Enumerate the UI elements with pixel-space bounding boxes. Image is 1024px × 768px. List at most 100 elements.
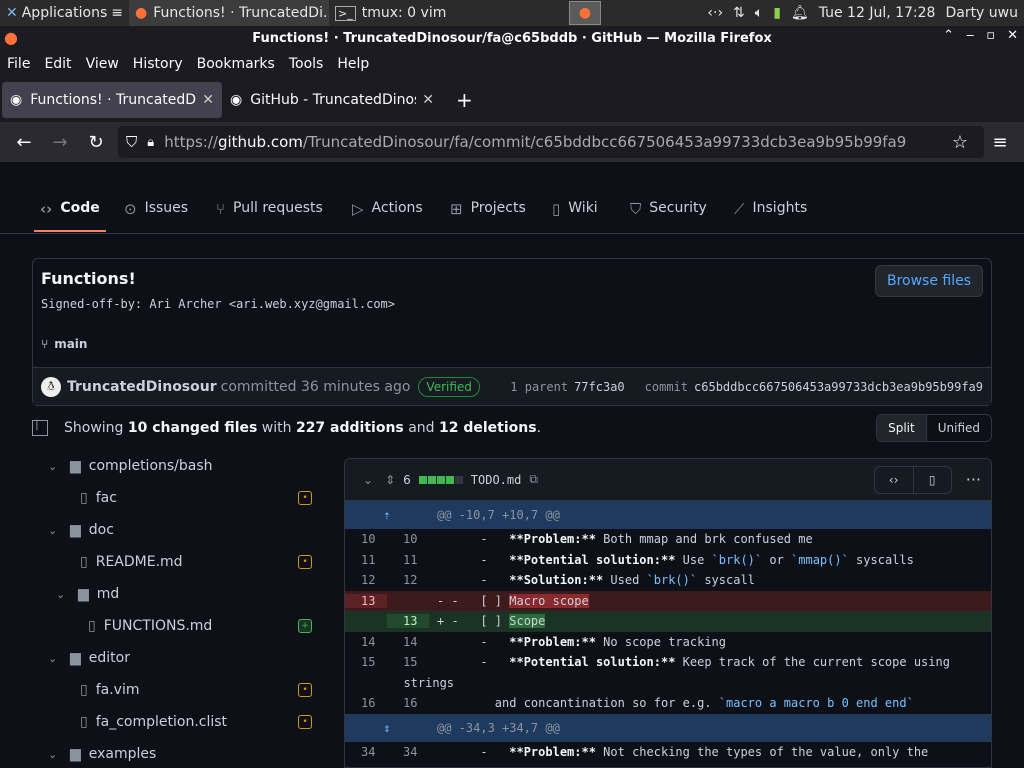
rich-view-icon[interactable]: ▯ xyxy=(912,466,951,493)
browser-tab-commit[interactable]: ◉ Functions! · TruncatedDinosour/fa ✕ xyxy=(2,82,222,118)
hamburger-menu-icon[interactable]: ≡ xyxy=(982,132,1018,153)
tab-actions[interactable]: ▷ Actions xyxy=(352,192,423,232)
new-line-number[interactable]: 12 xyxy=(387,573,429,587)
old-line-number[interactable]: 34 xyxy=(345,745,387,759)
new-line-number[interactable]: 14 xyxy=(387,635,429,649)
menu-edit[interactable]: Edit xyxy=(37,56,78,72)
menu-history[interactable]: History xyxy=(126,56,190,72)
unified-view-button[interactable]: Unified xyxy=(927,415,991,441)
tree-folder[interactable]: ⌄ ▆ examples xyxy=(48,738,338,768)
tab-label: Actions xyxy=(371,200,423,216)
old-line-number[interactable]: 12 xyxy=(345,573,387,587)
file-tree-toggle-icon[interactable]: ▏ xyxy=(32,420,48,436)
volume-icon[interactable]: 🔈︎ xyxy=(755,5,763,21)
tree-item-label: fa_completion.clist xyxy=(95,714,228,730)
tmux-window-label: tmux: 0 vim xyxy=(361,5,447,21)
tree-item-label: FUNCTIONS.md xyxy=(103,618,213,634)
copy-icon[interactable]: ⧉ xyxy=(529,472,538,487)
new-line-number[interactable]: 10 xyxy=(387,532,429,546)
user-name[interactable]: Darty uwu xyxy=(945,5,1018,21)
collapse-icon[interactable]: ⌃ xyxy=(943,28,954,43)
commit-sha: c65bddbcc667506453a99733dcb3ea9b95b99fa9 xyxy=(694,379,983,394)
old-line-number[interactable]: 15 xyxy=(345,655,387,669)
tree-file[interactable]: ▯ fa.vim • xyxy=(74,674,330,706)
new-line-number[interactable]: 11 xyxy=(387,553,429,567)
avatar[interactable]: 🐧︎ xyxy=(41,376,61,397)
branch-label[interactable]: ⑂ main xyxy=(41,337,87,351)
tab-issues[interactable]: ⊙ Issues xyxy=(124,192,188,232)
new-line-number[interactable]: 15 xyxy=(387,655,429,669)
old-line-number[interactable]: 14 xyxy=(345,635,387,649)
url-bar[interactable]: ⛉ 🔒︎ https://github.com/TruncatedDinosou… xyxy=(118,126,984,158)
taskbar-tmux-window[interactable]: >_ tmux: 0 vim xyxy=(329,0,529,26)
author-link[interactable]: TruncatedDinosour xyxy=(67,379,217,395)
transfer-icon[interactable]: ⇅ xyxy=(733,5,745,21)
new-line-number[interactable]: 13 xyxy=(387,614,429,629)
tree-file[interactable]: ▯ FUNCTIONS.md + xyxy=(82,610,330,642)
expand-both-icon[interactable]: ⇕ xyxy=(345,721,429,735)
old-line-number[interactable]: 16 xyxy=(345,696,387,710)
applications-menu[interactable]: ✕ Applications ≡ xyxy=(0,0,129,26)
tab-wiki[interactable]: ▯ Wiki xyxy=(552,192,598,232)
minimize-icon[interactable]: ‒ xyxy=(966,28,974,43)
new-tab-icon[interactable]: + xyxy=(456,88,473,112)
menu-view[interactable]: View xyxy=(79,56,126,72)
added-icon: + xyxy=(298,619,312,633)
clock[interactable]: Tue 12 Jul, 17:28 xyxy=(819,5,936,21)
verified-badge[interactable]: Verified xyxy=(418,376,480,397)
code-view-icon[interactable]: ‹› xyxy=(875,467,913,493)
tab-insights[interactable]: ⟋ Insights xyxy=(734,192,807,232)
tab-projects[interactable]: ⊞ Projects xyxy=(450,192,526,232)
menu-help[interactable]: Help xyxy=(330,56,376,72)
firefox-launcher[interactable]: ● xyxy=(569,1,601,25)
url-scheme: https:// xyxy=(164,133,218,151)
maximize-icon[interactable]: ▫ xyxy=(986,28,995,43)
url-path: /TruncatedDinosour/fa/commit/c65bddbcc66… xyxy=(302,133,907,151)
reload-icon[interactable]: ↻ xyxy=(78,132,114,153)
old-line-number[interactable]: 11 xyxy=(345,553,387,567)
tree-folder[interactable]: ⌄ ▆ md xyxy=(56,578,330,610)
lock-icon[interactable]: 🔒︎ xyxy=(147,135,154,150)
tab-code[interactable]: ‹› Code xyxy=(34,192,106,232)
tab-security[interactable]: ⛉ Security xyxy=(630,192,707,232)
new-line-number[interactable]: 34 xyxy=(387,745,429,759)
close-tab-icon[interactable]: ✕ xyxy=(202,92,214,108)
back-icon[interactable]: ← xyxy=(6,132,42,153)
chevron-down-icon[interactable]: ⌄ xyxy=(363,473,373,487)
menu-bookmarks[interactable]: Bookmarks xyxy=(190,56,282,72)
old-line-number[interactable]: 10 xyxy=(345,532,387,546)
changed-files-count: 10 changed files xyxy=(127,420,258,436)
diff-filename[interactable]: TODO.md xyxy=(471,473,522,487)
github-icon: ◉ xyxy=(10,92,23,108)
tree-folder[interactable]: ⌄ ▆ editor xyxy=(48,642,338,674)
notification-icon[interactable]: 🔔︎ xyxy=(791,5,809,21)
expand-icon[interactable]: ⇕ xyxy=(385,473,395,487)
forward-icon[interactable]: → xyxy=(42,132,78,153)
tree-file[interactable]: ▯ fa_completion.clist • xyxy=(74,706,330,738)
tree-file[interactable]: ▯ README.md • xyxy=(74,546,330,578)
old-line-number[interactable]: 13 xyxy=(345,593,387,608)
split-view-button[interactable]: Split xyxy=(877,415,927,441)
tree-file[interactable]: ▯ fac • xyxy=(74,482,330,514)
battery-icon[interactable]: ▮ xyxy=(773,5,781,21)
commit-meta: 🐧︎ TruncatedDinosour committed 36 minute… xyxy=(33,367,991,405)
menu-tools[interactable]: Tools xyxy=(282,56,331,72)
more-options-icon[interactable]: ··· xyxy=(966,470,981,489)
browser-tab-repo[interactable]: ◉ GitHub - TruncatedDinosour/fa ✕ xyxy=(222,82,442,118)
summary-text: Showing xyxy=(64,420,124,436)
browse-files-button[interactable]: Browse files xyxy=(875,265,983,297)
close-icon[interactable]: ✕ xyxy=(1007,28,1018,43)
tab-pull-requests[interactable]: ⑂ Pull requests xyxy=(216,192,323,232)
taskbar-firefox-window[interactable]: ● Functions! · TruncatedDi... xyxy=(129,0,329,26)
shield-icon[interactable]: ⛉ xyxy=(126,133,137,151)
network-icon[interactable]: ‹·› xyxy=(707,5,723,21)
bookmark-star-icon[interactable]: ☆ xyxy=(942,132,978,153)
expand-up-icon[interactable]: ⇡ xyxy=(345,508,429,522)
diff-line: 11 11 - **Potential solution:** Use `brk(… xyxy=(345,550,991,571)
new-line-number[interactable]: 16 xyxy=(387,696,429,710)
tree-folder[interactable]: ⌄ ▆ doc xyxy=(48,514,338,546)
menu-file[interactable]: File xyxy=(0,56,37,72)
close-tab-icon[interactable]: ✕ xyxy=(422,92,434,108)
parent-sha-link[interactable]: 77fc3a0 xyxy=(574,380,625,394)
tree-folder[interactable]: ⌄ ▆ completions/bash xyxy=(48,450,338,482)
